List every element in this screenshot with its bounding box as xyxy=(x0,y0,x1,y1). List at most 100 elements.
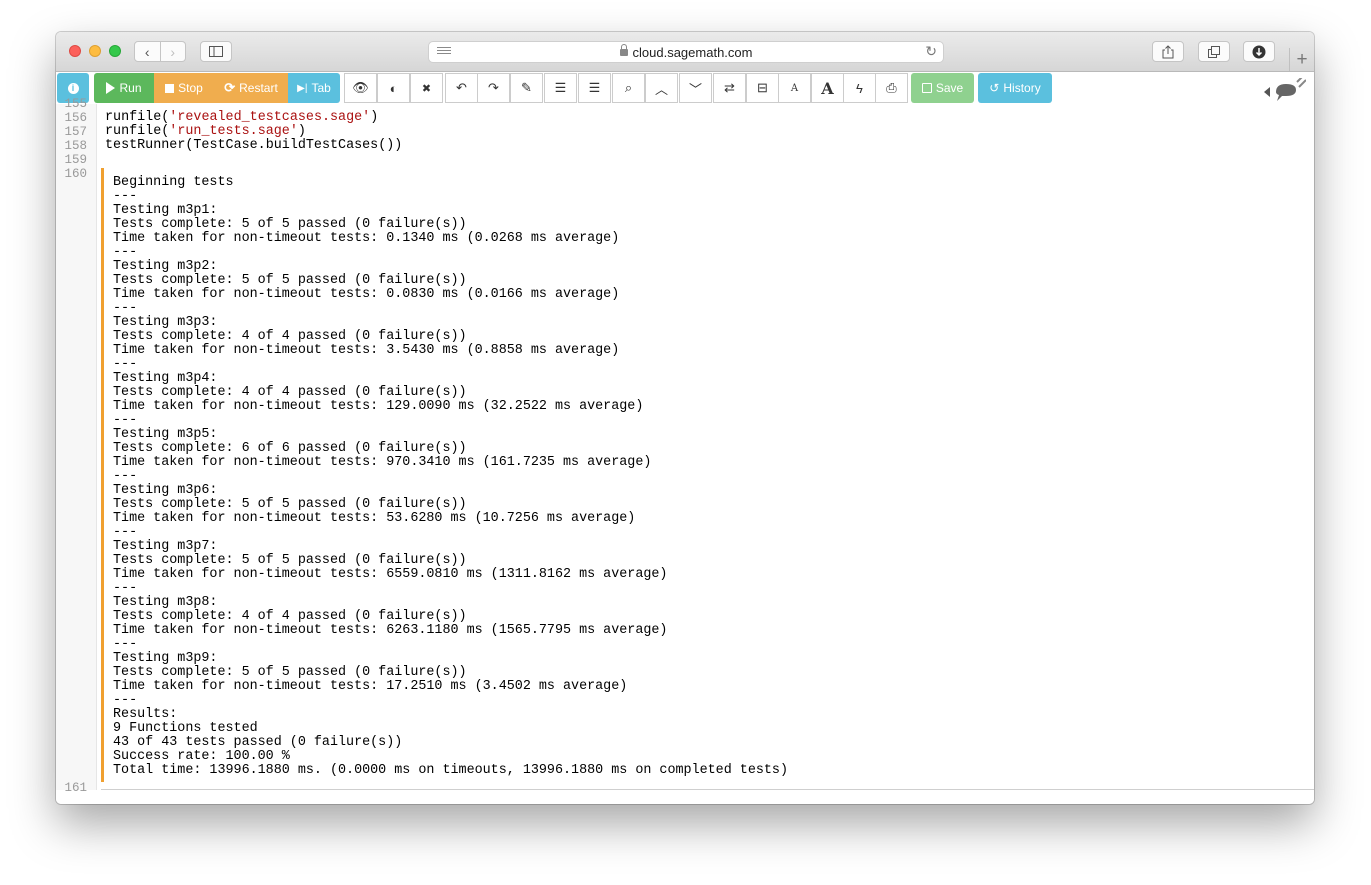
sage-toolbar: i Run Stop ⟳ Restart ▶| Tab 👁 ◐ ✖ ↶ ↷ ✎ ☰ ☰ ⌕ ︿ ﹀ ⇄… xyxy=(56,72,1314,104)
run-button[interactable]: Run xyxy=(94,73,154,103)
outdent-button[interactable]: ☰ xyxy=(544,73,577,103)
play-icon xyxy=(106,82,116,94)
line-number: 160 xyxy=(64,167,87,181)
back-button[interactable]: ‹ xyxy=(134,41,161,62)
magic-wand-icon: ✎ xyxy=(521,80,532,95)
redo-icon: ↷ xyxy=(488,80,499,95)
code-text: runfile( xyxy=(105,110,170,125)
chevron-down-icon: ﹀ xyxy=(688,81,702,97)
new-tab-button[interactable]: + xyxy=(1289,48,1314,71)
sidebar-toggle-button[interactable] xyxy=(200,41,232,62)
redo-button[interactable]: ↷ xyxy=(477,73,510,103)
contrast-button[interactable]: ◐ xyxy=(377,73,410,103)
indent-button[interactable]: ☰ xyxy=(578,73,611,103)
back-icon: ‹ xyxy=(144,43,150,60)
line-number: 156 xyxy=(64,111,87,125)
code-text: runfile( xyxy=(105,124,170,139)
tab-label: Tab xyxy=(311,81,331,95)
font-larger-button[interactable]: A xyxy=(811,73,844,103)
string-literal: 'run_tests.sage' xyxy=(169,124,298,139)
sidebar-icon xyxy=(209,46,223,57)
download-icon xyxy=(1252,45,1266,58)
code-line[interactable]: runfile('revealed_testcases.sage') xyxy=(105,111,378,125)
hide-icon: 👁 xyxy=(352,80,369,95)
plus-icon: + xyxy=(1296,49,1308,70)
output-text: Beginning tests --- Testing m3p1: Tests … xyxy=(113,175,788,778)
chevron-down-button[interactable]: ﹀ xyxy=(679,73,712,103)
chevron-up-button[interactable]: ︿ xyxy=(645,73,678,103)
navigation-buttons: ‹ › xyxy=(134,41,186,62)
bolt-icon: ϟ xyxy=(856,80,863,96)
tabs-overview-button[interactable] xyxy=(1198,41,1230,62)
code-text: testRunner(TestCase.buildTestCases()) xyxy=(105,138,403,153)
line-number: 159 xyxy=(64,153,87,167)
magic-wand-button[interactable]: ✎ xyxy=(510,73,543,103)
clear-icon: ✖ xyxy=(421,82,432,95)
history-button[interactable]: ↺ History xyxy=(978,73,1052,103)
cell-divider xyxy=(101,789,1314,790)
history-label: History xyxy=(1003,81,1041,95)
replace-icon: ⇄ xyxy=(724,80,735,95)
code-line[interactable]: testRunner(TestCase.buildTestCases()) xyxy=(105,139,402,153)
replace-button[interactable]: ⇄ xyxy=(713,73,746,103)
font-smaller-button[interactable]: A xyxy=(778,73,811,103)
bolt-button[interactable]: ϟ xyxy=(843,73,876,103)
minimize-window-button[interactable] xyxy=(89,45,101,57)
chat-bubble-icon xyxy=(1264,74,1307,101)
downloads-button[interactable] xyxy=(1243,41,1275,62)
cell-output: Beginning tests --- Testing m3p1: Tests … xyxy=(101,168,1314,782)
forward-button[interactable]: › xyxy=(160,41,186,62)
lock-icon xyxy=(619,44,628,56)
split-icon: ⊟ xyxy=(757,80,768,95)
info-icon: i xyxy=(67,82,79,94)
code-editor[interactable]: 155 156 157 158 159 160 161 runfile('rev… xyxy=(56,97,1314,804)
contrast-icon: ◐ xyxy=(389,80,398,96)
run-label: Run xyxy=(119,81,142,95)
close-window-button[interactable] xyxy=(69,45,81,57)
print-icon: ⎙ xyxy=(886,80,897,95)
search-button[interactable]: ⌕ xyxy=(612,73,645,103)
clear-button[interactable]: ✖ xyxy=(410,73,443,103)
string-literal: 'revealed_testcases.sage' xyxy=(169,110,371,125)
restart-label: Restart xyxy=(239,81,278,95)
search-icon: ⌕ xyxy=(624,80,633,95)
code-line[interactable]: runfile('run_tests.sage') xyxy=(105,125,306,139)
split-button[interactable]: ⊟ xyxy=(746,73,779,103)
stop-button[interactable]: Stop xyxy=(154,73,214,103)
save-label: Save xyxy=(935,81,964,95)
tab-button[interactable]: ▶| Tab xyxy=(288,73,340,103)
stop-label: Stop xyxy=(178,81,203,95)
undo-icon: ↶ xyxy=(456,80,467,95)
share-icon xyxy=(1162,44,1174,58)
maximize-window-button[interactable] xyxy=(109,45,121,57)
print-button[interactable]: ⎙ xyxy=(875,73,908,103)
browser-titlebar: ‹ › cloud.sagemath.com ↻ + xyxy=(56,32,1314,72)
save-button[interactable]: Save xyxy=(911,73,974,103)
url-text: cloud.sagemath.com xyxy=(632,45,753,60)
history-icon: ↺ xyxy=(989,81,1000,95)
tabs-icon xyxy=(1207,45,1220,58)
undo-button[interactable]: ↶ xyxy=(445,73,478,103)
tab-icon: ▶| xyxy=(297,82,308,94)
hide-button[interactable]: 👁 xyxy=(344,73,377,103)
line-number: 161 xyxy=(64,781,87,795)
reload-icon[interactable]: ↻ xyxy=(925,43,937,60)
forward-icon: › xyxy=(170,43,176,60)
restart-button[interactable]: ⟳ Restart xyxy=(214,73,288,103)
outdent-icon: ☰ xyxy=(554,80,567,95)
line-number-gutter: 155 156 157 158 159 160 161 xyxy=(56,97,97,795)
code-text: ) xyxy=(370,110,379,125)
code-text: ) xyxy=(297,124,306,139)
floppy-icon xyxy=(921,83,932,93)
font-larger-icon: A xyxy=(821,78,834,98)
address-bar[interactable]: cloud.sagemath.com ↻ xyxy=(428,41,944,63)
font-smaller-icon: A xyxy=(790,82,799,94)
refresh-icon: ⟳ xyxy=(224,80,236,95)
chevron-up-icon: ︿ xyxy=(654,81,668,97)
indent-icon: ☰ xyxy=(588,80,601,95)
stop-icon xyxy=(165,83,175,93)
line-number: 158 xyxy=(64,139,87,153)
browser-window: ‹ › cloud.sagemath.com ↻ + i Run Stop ⟳ … xyxy=(56,32,1314,804)
share-button[interactable] xyxy=(1152,41,1184,62)
line-number: 157 xyxy=(64,125,87,139)
